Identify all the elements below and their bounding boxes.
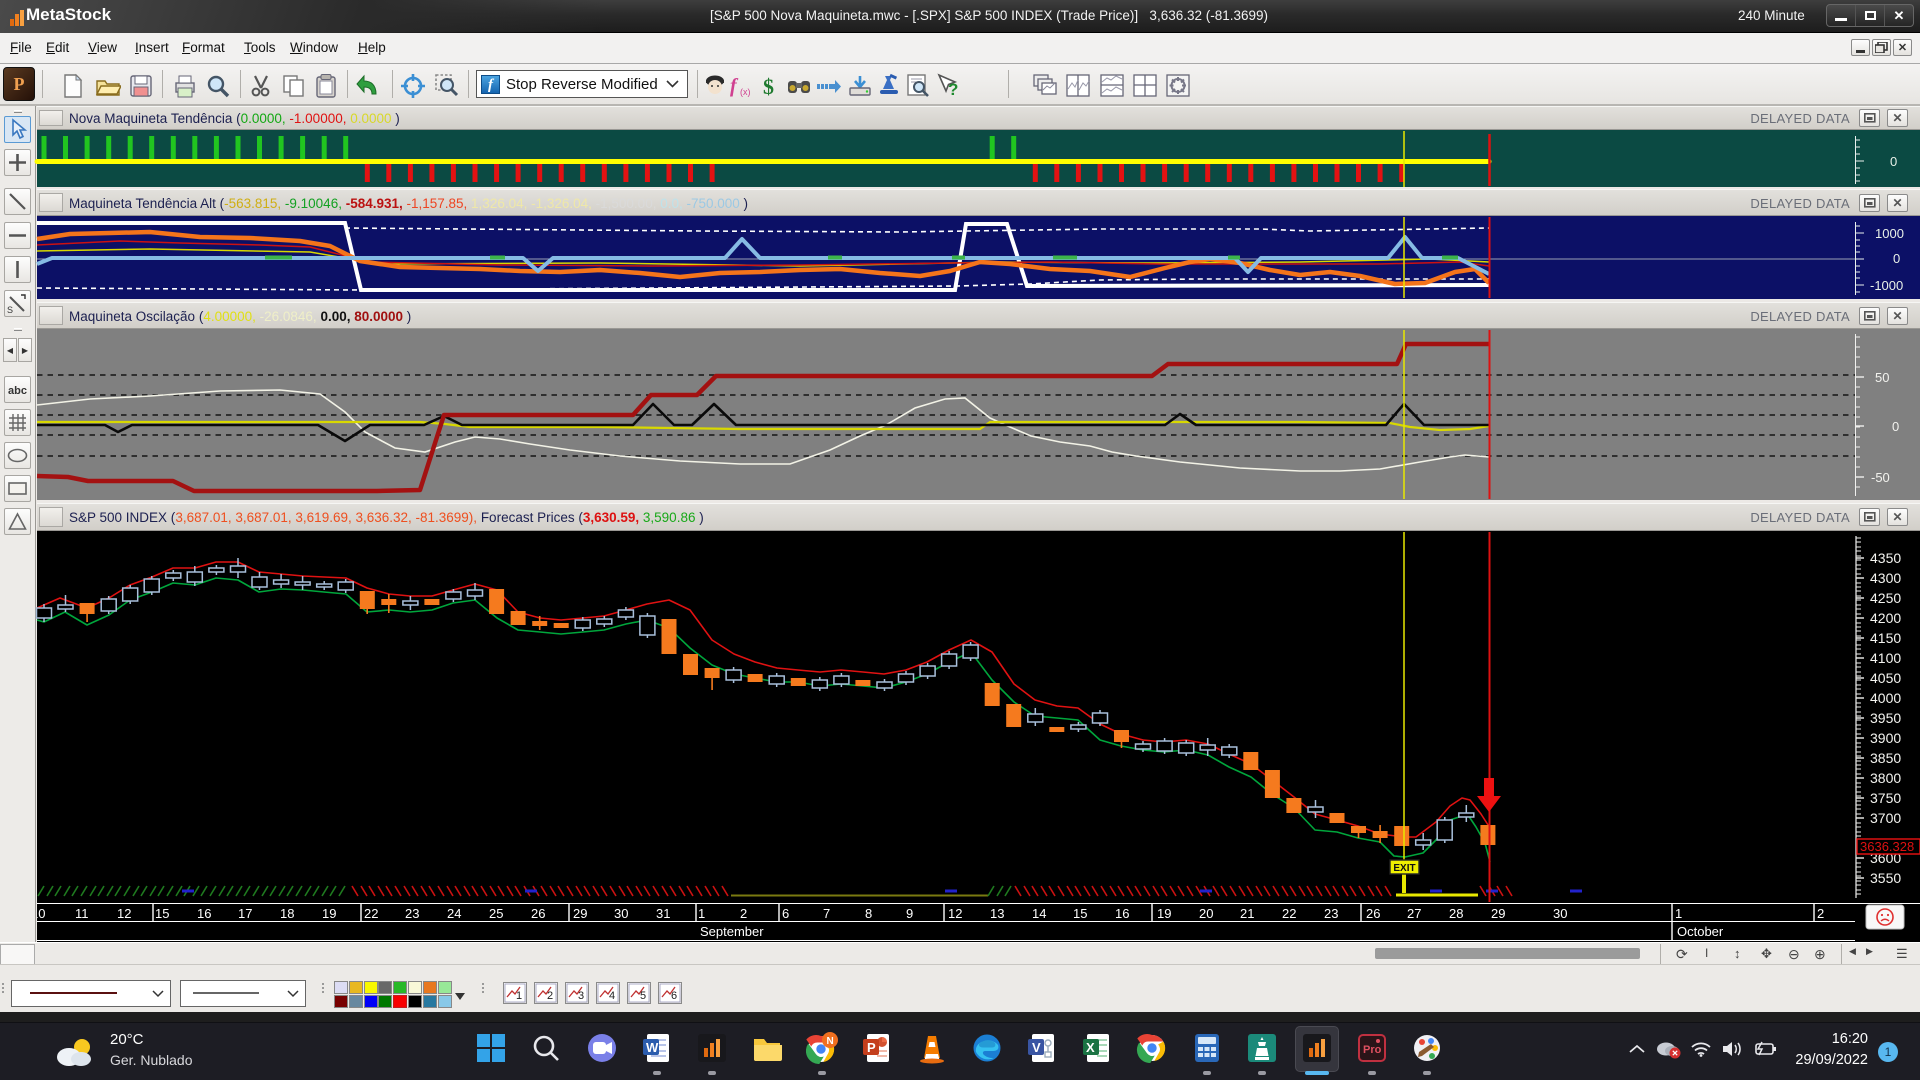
svg-text:1: 1 [1675, 906, 1682, 921]
svg-text:4300: 4300 [1870, 570, 1901, 586]
svg-text:16: 16 [1115, 906, 1129, 921]
svg-text:30: 30 [614, 906, 628, 921]
svg-text:21: 21 [1240, 906, 1254, 921]
svg-text:3700: 3700 [1870, 810, 1901, 826]
svg-text:P: P [867, 1040, 876, 1055]
svg-text:22: 22 [1282, 906, 1296, 921]
svg-text:29: 29 [1491, 906, 1505, 921]
svg-text:4200: 4200 [1870, 610, 1901, 626]
svg-text:8: 8 [865, 906, 872, 921]
svg-text:4000: 4000 [1870, 690, 1901, 706]
svg-text:1000: 1000 [1875, 226, 1904, 241]
svg-text:0: 0 [1890, 154, 1897, 169]
svg-text:3950: 3950 [1870, 710, 1901, 726]
svg-text:14: 14 [1032, 906, 1046, 921]
svg-text:1: 1 [698, 906, 705, 921]
svg-text:3750: 3750 [1870, 790, 1901, 806]
svg-text:3: 3 [578, 990, 584, 1002]
svg-text:September: September [700, 924, 764, 939]
svg-text:0: 0 [1892, 419, 1899, 434]
svg-text:26: 26 [1366, 906, 1380, 921]
svg-text:3900: 3900 [1870, 730, 1901, 746]
svg-text:2: 2 [547, 990, 553, 1002]
svg-text:5: 5 [640, 990, 646, 1002]
svg-text:6: 6 [671, 990, 677, 1002]
svg-text:X: X [1086, 1040, 1095, 1055]
svg-text:4: 4 [609, 990, 615, 1002]
svg-text:28: 28 [1449, 906, 1463, 921]
svg-text:4100: 4100 [1870, 650, 1901, 666]
svg-text:23: 23 [405, 906, 419, 921]
svg-text:2: 2 [740, 906, 747, 921]
svg-text:24: 24 [447, 906, 461, 921]
svg-text:19: 19 [322, 906, 336, 921]
svg-text:4150: 4150 [1870, 630, 1901, 646]
svg-text:Pro: Pro [1363, 1044, 1382, 1056]
svg-text:3550: 3550 [1870, 870, 1901, 886]
svg-text:15: 15 [1073, 906, 1087, 921]
svg-text:12: 12 [117, 906, 131, 921]
svg-text:25: 25 [489, 906, 503, 921]
svg-text:-50: -50 [1871, 470, 1890, 485]
svg-text:October: October [1677, 924, 1724, 939]
svg-text:0: 0 [1893, 251, 1900, 266]
svg-text:15: 15 [155, 906, 169, 921]
svg-text:50: 50 [1875, 370, 1889, 385]
svg-text:16: 16 [197, 906, 211, 921]
svg-text:3800: 3800 [1870, 770, 1901, 786]
svg-text:30: 30 [1553, 906, 1567, 921]
svg-text:-1000: -1000 [1870, 278, 1903, 293]
svg-text:18: 18 [280, 906, 294, 921]
svg-text:4050: 4050 [1870, 670, 1901, 686]
svg-text:31: 31 [656, 906, 670, 921]
svg-text:9: 9 [906, 906, 913, 921]
svg-text:4350: 4350 [1870, 550, 1901, 566]
svg-text:W: W [646, 1040, 659, 1055]
svg-text:17: 17 [238, 906, 252, 921]
svg-text:V: V [1032, 1040, 1041, 1055]
svg-text:20: 20 [1199, 906, 1213, 921]
svg-text:EXIT: EXIT [1393, 863, 1415, 874]
svg-text:4250: 4250 [1870, 590, 1901, 606]
svg-text:7: 7 [823, 906, 830, 921]
svg-text:12: 12 [948, 906, 962, 921]
svg-text:3636.328: 3636.328 [1860, 839, 1914, 854]
svg-text:11: 11 [75, 906, 89, 921]
svg-text:23: 23 [1324, 906, 1338, 921]
svg-text:22: 22 [364, 906, 378, 921]
svg-text:13: 13 [990, 906, 1004, 921]
svg-text:29: 29 [573, 906, 587, 921]
svg-text:2: 2 [1817, 906, 1824, 921]
svg-text:1: 1 [516, 990, 522, 1002]
svg-text:3850: 3850 [1870, 750, 1901, 766]
svg-text:6: 6 [782, 906, 789, 921]
svg-text:10: 10 [31, 906, 45, 921]
svg-text:27: 27 [1407, 906, 1421, 921]
svg-text:19: 19 [1157, 906, 1171, 921]
svg-text:N: N [827, 1036, 834, 1047]
svg-text:26: 26 [531, 906, 545, 921]
